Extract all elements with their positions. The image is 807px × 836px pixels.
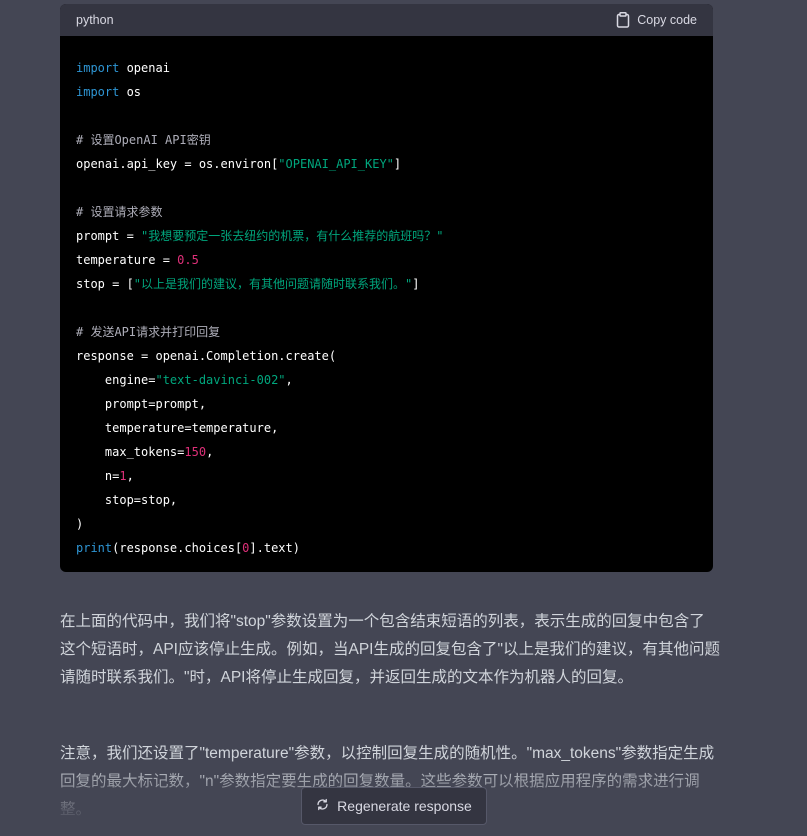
- code-token: ,: [126, 469, 134, 483]
- code-line: import openai: [76, 56, 697, 80]
- code-block: python Copy code import openaiimport os​…: [60, 4, 713, 572]
- code-token: print: [76, 541, 113, 555]
- code-token: ,: [206, 445, 214, 459]
- paragraph-text: 在上面的代码中，我们将"stop"参数设置为一个包含结束短语的列表，表示生成的回…: [60, 613, 720, 686]
- code-line: openai.api_key = os.environ["OPENAI_API_…: [76, 152, 697, 176]
- code-line: import os: [76, 80, 697, 104]
- code-token: ].text): [249, 541, 300, 555]
- code-line: temperature = 0.5: [76, 248, 697, 272]
- code-token: 150: [184, 445, 207, 459]
- response-paragraph-1: 在上面的代码中，我们将"stop"参数设置为一个包含结束短语的列表，表示生成的回…: [60, 608, 720, 692]
- code-token: ,: [285, 373, 293, 387]
- code-line: print(response.choices[0].text): [76, 536, 697, 560]
- code-token: stop = [: [76, 277, 134, 291]
- code-line: ​: [76, 176, 697, 200]
- copy-code-button[interactable]: Copy code: [616, 12, 697, 28]
- code-token: 0.5: [177, 253, 199, 267]
- code-line: ): [76, 512, 697, 536]
- code-line: # 设置OpenAI API密钥: [76, 128, 697, 152]
- code-token: "我想要预定一张去纽约的机票，有什么推荐的航班吗？": [141, 229, 444, 243]
- code-token: ): [76, 517, 84, 531]
- clipboard-icon: [616, 12, 630, 28]
- code-line: stop = ["以上是我们的建议，有其他问题请随时联系我们。"]: [76, 272, 697, 296]
- code-token: 1: [119, 469, 127, 483]
- code-token: "text-davinci-002": [155, 373, 286, 387]
- code-header: python Copy code: [60, 4, 713, 36]
- code-token: temperature=temperature,: [76, 421, 279, 435]
- code-token: # 发送API请求并打印回复: [76, 325, 221, 339]
- code-line: stop=stop,: [76, 488, 697, 512]
- code-token: stop=stop,: [76, 493, 178, 507]
- code-line: max_tokens=150,: [76, 440, 697, 464]
- code-token: import: [76, 61, 120, 75]
- code-token: openai.api_key = os.environ[: [76, 157, 279, 171]
- code-line: # 设置请求参数: [76, 200, 697, 224]
- regenerate-label: Regenerate response: [337, 798, 472, 814]
- code-token: prompt =: [76, 229, 142, 243]
- code-token: ]: [412, 277, 420, 291]
- regenerate-response-button[interactable]: Regenerate response: [301, 787, 487, 825]
- code-token: max_tokens=: [76, 445, 185, 459]
- code-token: os: [119, 85, 142, 99]
- code-line: prompt = "我想要预定一张去纽约的机票，有什么推荐的航班吗？": [76, 224, 697, 248]
- code-line: n=1,: [76, 464, 697, 488]
- code-line: temperature=temperature,: [76, 416, 697, 440]
- code-line: response = openai.Completion.create(: [76, 344, 697, 368]
- code-content: import openaiimport os​# 设置OpenAI API密钥o…: [60, 36, 713, 560]
- code-line: prompt=prompt,: [76, 392, 697, 416]
- code-token: # 设置请求参数: [76, 205, 163, 219]
- code-token: openai: [119, 61, 170, 75]
- code-token: # 设置OpenAI API密钥: [76, 133, 211, 147]
- code-token: ]: [393, 157, 402, 171]
- code-line: engine="text-davinci-002",: [76, 368, 697, 392]
- code-line: # 发送API请求并打印回复: [76, 320, 697, 344]
- refresh-icon: [316, 798, 329, 814]
- code-token: "OPENAI_API_KEY": [278, 157, 394, 171]
- code-token: import: [76, 85, 120, 99]
- code-language-label: python: [76, 13, 114, 27]
- code-token: n=: [76, 469, 120, 483]
- code-token: engine=: [76, 373, 156, 387]
- copy-code-label: Copy code: [637, 13, 697, 27]
- code-token: temperature =: [76, 253, 178, 267]
- code-token: "以上是我们的建议，有其他问题请随时联系我们。": [133, 277, 413, 291]
- code-line: ​: [76, 296, 697, 320]
- code-token: (response.choices[: [112, 541, 243, 555]
- code-token: response = openai.Completion.create(: [76, 349, 337, 363]
- code-line: ​: [76, 104, 697, 128]
- code-token: prompt=prompt,: [76, 397, 207, 411]
